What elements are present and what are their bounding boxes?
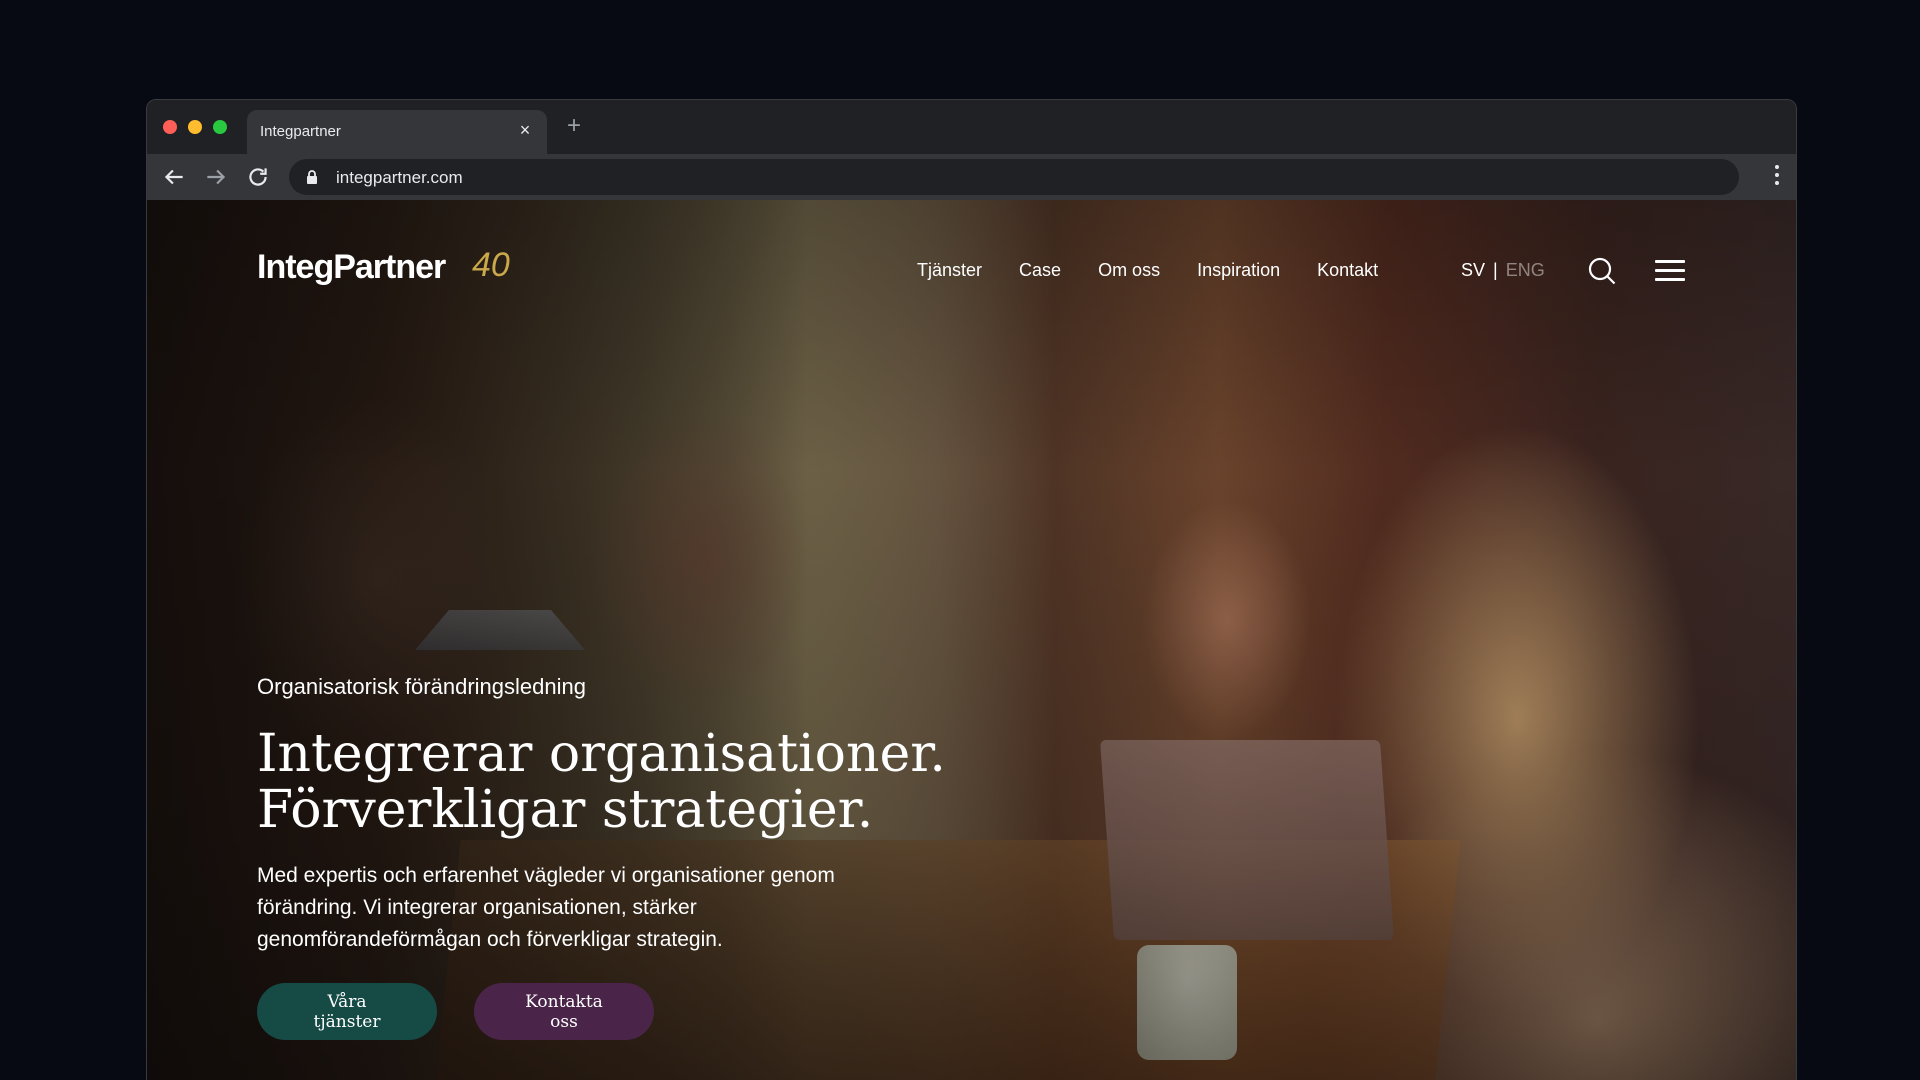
address-bar[interactable]: integpartner.com	[289, 159, 1739, 195]
tab-close-icon[interactable]: ×	[515, 120, 535, 141]
back-icon[interactable]	[161, 164, 187, 190]
lang-separator: |	[1493, 260, 1498, 280]
minimize-window-button[interactable]	[188, 120, 202, 134]
nav-item-case[interactable]: Case	[1019, 260, 1061, 281]
hamburger-menu-icon[interactable]	[1655, 260, 1685, 282]
site-header: IntegPartner 40 Tjänster Case Om oss Ins…	[147, 200, 1796, 340]
logo[interactable]: IntegPartner	[257, 248, 446, 287]
close-window-button[interactable]	[163, 120, 177, 134]
new-tab-button[interactable]: +	[567, 112, 581, 140]
hero-eyebrow: Organisatorisk förändringsledning	[257, 674, 586, 699]
hero-lead: Med expertis och erfarenhet vägleder vi …	[257, 864, 835, 951]
nav-item-kontakt[interactable]: Kontakt	[1317, 260, 1378, 281]
url-text: integpartner.com	[336, 168, 463, 187]
lock-icon	[305, 169, 319, 185]
nav-item-tjanster[interactable]: Tjänster	[917, 260, 982, 281]
browser-tab[interactable]: Integpartner ×	[247, 110, 547, 154]
tab-title: Integpartner	[260, 123, 341, 140]
maximize-window-button[interactable]	[213, 120, 227, 134]
nav-item-inspiration[interactable]: Inspiration	[1197, 260, 1280, 281]
nav-item-om-oss[interactable]: Om oss	[1098, 260, 1160, 281]
reload-icon[interactable]	[245, 164, 271, 190]
browser-window: Integpartner × + integpartner.com IntegP…	[146, 99, 1797, 1080]
search-icon[interactable]	[1587, 256, 1617, 286]
hero-content: Organisatorisk förändringsledning Integr…	[257, 674, 1057, 956]
kontakta-oss-button[interactable]: Kontakta oss	[474, 983, 654, 1040]
hero-headline: Integrerar organisationer. Förverkligar …	[257, 726, 1057, 838]
headline-line-2: Förverkligar strategier.	[257, 780, 874, 840]
browser-toolbar: integpartner.com	[147, 154, 1796, 200]
kebab-menu-icon[interactable]	[1774, 165, 1780, 189]
lang-sv[interactable]: SV	[1461, 260, 1485, 280]
vara-tjanster-button[interactable]: Våra tjänster	[257, 983, 437, 1040]
hero-cta-row: Våra tjänster Kontakta oss	[257, 983, 654, 1040]
headline-line-1: Integrerar organisationer.	[257, 724, 946, 784]
forward-icon[interactable]	[203, 164, 229, 190]
tab-bar: Integpartner × +	[147, 100, 1796, 154]
main-nav: Tjänster Case Om oss Inspiration Kontakt	[917, 260, 1378, 281]
page-viewport: IntegPartner 40 Tjänster Case Om oss Ins…	[147, 200, 1796, 1080]
lang-eng[interactable]: ENG	[1506, 260, 1545, 280]
language-switcher: SV | ENG	[1461, 260, 1545, 281]
logo-anniversary-badge: 40	[472, 246, 510, 284]
